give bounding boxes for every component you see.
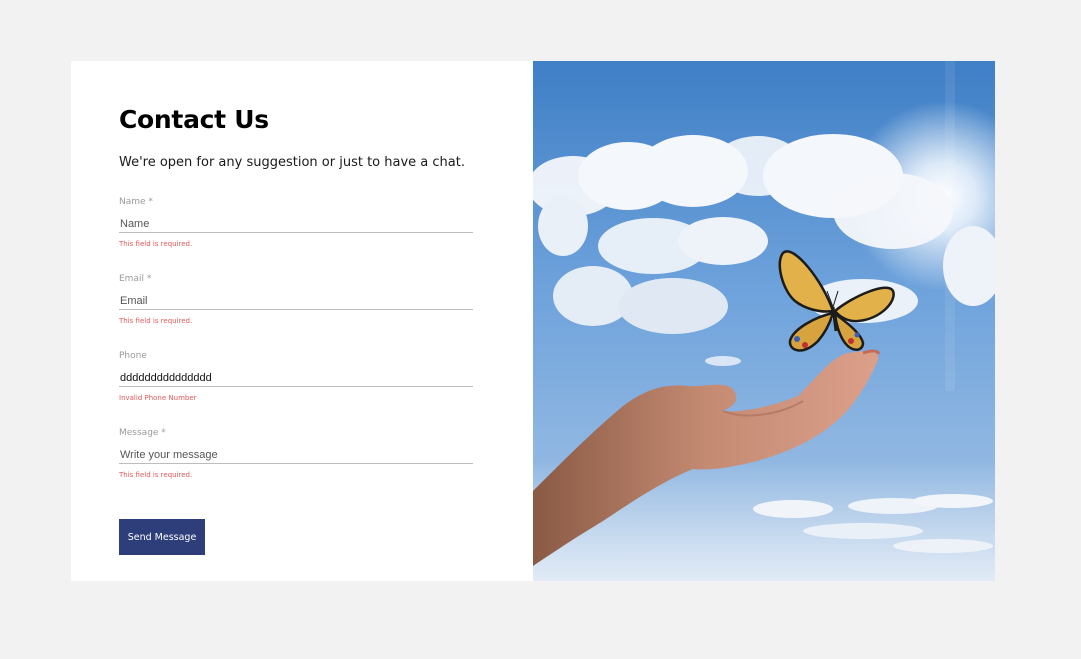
name-input[interactable] (119, 216, 473, 233)
email-error: This field is required. (119, 317, 193, 325)
phone-field-group: Phone Invalid Phone Number (119, 350, 473, 403)
email-label: Email * (119, 274, 152, 284)
contact-card: Contact Us We're open for any suggestion… (71, 61, 995, 581)
page-subtitle: We're open for any suggestion or just to… (119, 155, 465, 170)
contact-form-panel: Contact Us We're open for any suggestion… (71, 61, 533, 581)
phone-error: Invalid Phone Number (119, 394, 197, 402)
name-field-group: Name * This field is required. (119, 196, 473, 249)
message-label: Message * (119, 428, 166, 438)
hero-image-panel (533, 61, 995, 581)
name-error: This field is required. (119, 240, 193, 248)
message-input[interactable] (119, 447, 473, 464)
phone-label: Phone (119, 351, 147, 361)
message-error: This field is required. (119, 471, 193, 479)
message-field-group: Message * This field is required. (119, 427, 473, 480)
page-title: Contact Us (119, 105, 269, 134)
butterfly-on-hand-photo (533, 61, 995, 581)
phone-input[interactable] (119, 370, 473, 387)
email-field-group: Email * This field is required. (119, 273, 473, 326)
name-label: Name * (119, 197, 153, 207)
email-input[interactable] (119, 293, 473, 310)
send-message-button[interactable]: Send Message (119, 519, 205, 555)
